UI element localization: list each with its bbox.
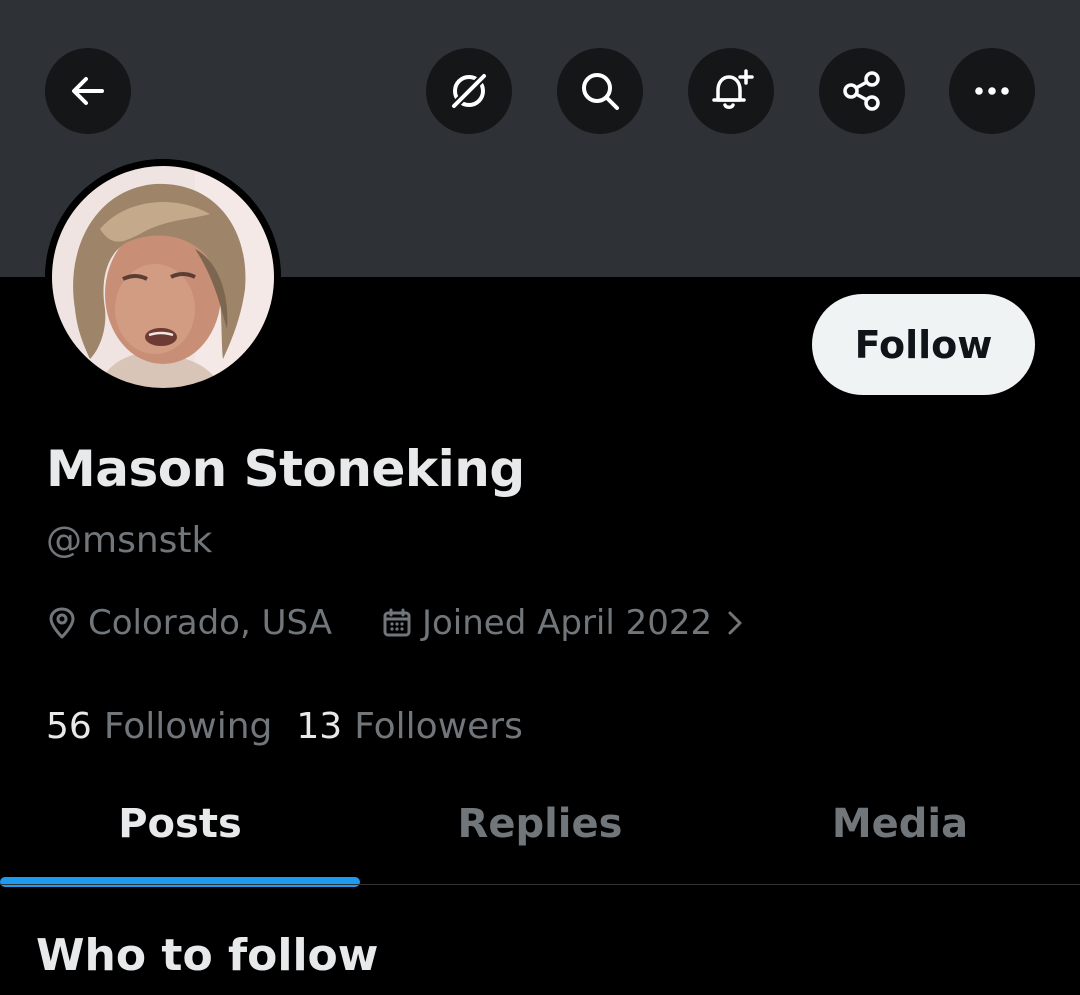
profile-handle: @msnstk bbox=[46, 520, 213, 561]
followers-label: Followers bbox=[354, 705, 523, 747]
grok-icon bbox=[449, 71, 489, 111]
share-icon bbox=[843, 71, 880, 111]
avatar[interactable] bbox=[45, 159, 281, 395]
share-button[interactable] bbox=[819, 48, 905, 134]
profile-tabs: Posts Replies Media bbox=[0, 762, 1080, 887]
location-text: Colorado, USA bbox=[88, 603, 332, 643]
notifications-button[interactable] bbox=[688, 48, 774, 134]
more-horizontal-icon bbox=[975, 87, 1009, 95]
tab-replies-label: Replies bbox=[457, 800, 623, 847]
profile-stats: 56 Following 13 Followers bbox=[46, 700, 523, 752]
following-stat[interactable]: 56 Following bbox=[46, 706, 272, 747]
search-button[interactable] bbox=[557, 48, 643, 134]
active-tab-indicator bbox=[0, 877, 360, 887]
tabs-divider bbox=[0, 884, 1080, 885]
profile-meta: Colorado, USA Joined April 2022 bbox=[46, 598, 754, 648]
following-label: Following bbox=[103, 705, 273, 747]
search-icon bbox=[582, 73, 619, 110]
followers-stat[interactable]: 13 Followers bbox=[296, 706, 522, 747]
joined-item[interactable]: Joined April 2022 bbox=[382, 603, 754, 643]
tab-media[interactable]: Media bbox=[720, 762, 1080, 885]
follow-button[interactable]: Follow bbox=[812, 294, 1035, 395]
tab-posts-label: Posts bbox=[118, 800, 242, 847]
chevron-right-icon bbox=[728, 611, 742, 635]
who-to-follow-heading: Who to follow bbox=[36, 930, 379, 981]
following-count: 56 bbox=[46, 705, 92, 747]
tab-replies[interactable]: Replies bbox=[360, 762, 720, 885]
followers-count: 13 bbox=[296, 705, 343, 747]
arrow-left-icon bbox=[72, 77, 104, 105]
back-button[interactable] bbox=[45, 48, 131, 134]
location-item: Colorado, USA bbox=[46, 603, 332, 643]
joined-text: Joined April 2022 bbox=[421, 603, 713, 643]
profile-display-name: Mason Stoneking bbox=[46, 440, 525, 498]
profile-page: Follow Mason Stoneking @msnstk Colorado,… bbox=[0, 0, 1080, 995]
location-pin-icon bbox=[49, 607, 75, 639]
tab-media-label: Media bbox=[831, 800, 969, 847]
grok-button[interactable] bbox=[426, 48, 512, 134]
bell-plus-icon bbox=[712, 69, 754, 109]
more-button[interactable] bbox=[949, 48, 1035, 134]
avatar-photo bbox=[45, 159, 281, 395]
tab-posts[interactable]: Posts bbox=[0, 762, 360, 887]
calendar-icon bbox=[383, 608, 411, 637]
